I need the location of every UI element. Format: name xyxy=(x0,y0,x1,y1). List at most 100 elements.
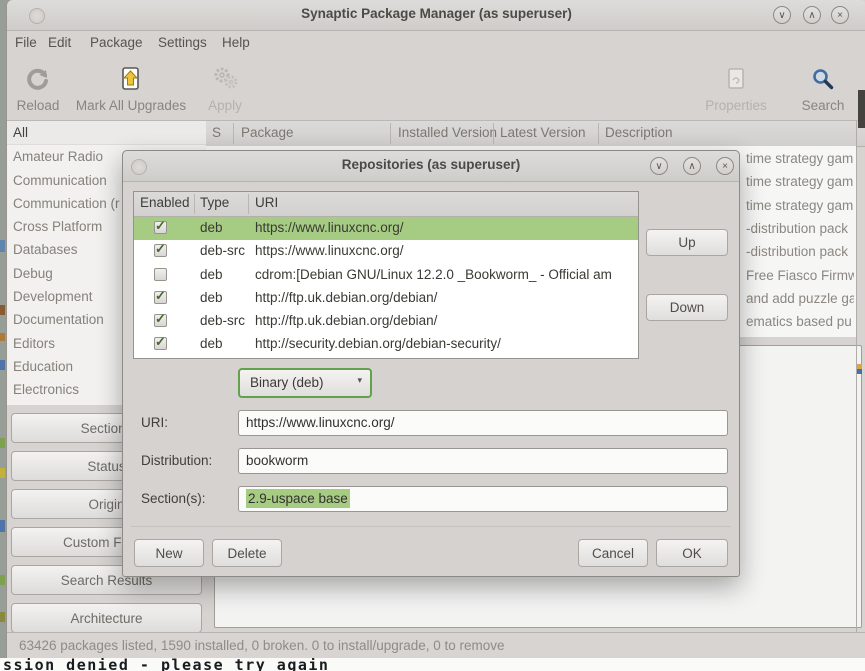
down-button[interactable]: Down xyxy=(646,294,728,321)
apply-button[interactable]: Apply xyxy=(197,63,253,113)
repository-row[interactable]: ✓ deb-src http://ftp.uk.debian.org/debia… xyxy=(134,310,638,333)
menu-help[interactable]: Help xyxy=(222,35,250,50)
repo-uri: https://www.linuxcnc.org/ xyxy=(255,220,636,235)
selected-type: Binary (deb) xyxy=(250,375,324,390)
repository-row[interactable]: ✓ deb http://ftp.uk.debian.org/debian/ xyxy=(134,287,638,310)
architecture-filter-button[interactable]: Architecture xyxy=(11,603,202,633)
minimize-icon: ∨ xyxy=(655,161,662,172)
package-description-fragment: ematics based pu xyxy=(746,310,854,333)
sidebar-item-all[interactable]: All xyxy=(7,121,206,145)
reload-button[interactable]: Reload xyxy=(9,63,67,113)
ok-button[interactable]: OK xyxy=(656,539,728,567)
column-header-latest-version[interactable]: Latest Version xyxy=(500,125,586,140)
menu-package[interactable]: Package xyxy=(90,35,143,50)
repository-row[interactable]: deb cdrom:[Debian GNU/Linux 12.2.0 _Book… xyxy=(134,264,638,287)
search-label: Search xyxy=(793,98,853,113)
mark-all-upgrades-icon xyxy=(67,63,195,95)
repo-type: deb-src xyxy=(200,313,245,328)
repo-uri: cdrom:[Debian GNU/Linux 12.2.0 _Bookworm… xyxy=(255,267,636,282)
panel-right-border xyxy=(856,121,857,632)
package-description-fragment: time strategy gam xyxy=(746,147,854,170)
column-divider[interactable] xyxy=(248,194,249,214)
minimize-icon: ∨ xyxy=(778,10,785,21)
check-icon: ✓ xyxy=(155,241,166,257)
enabled-checkbox[interactable]: ✓ xyxy=(154,244,167,257)
column-divider[interactable] xyxy=(194,194,195,214)
dialog-title: Repositories (as superuser) xyxy=(123,157,739,172)
main-titlebar[interactable]: Synaptic Package Manager (as superuser) … xyxy=(7,0,865,31)
cancel-button[interactable]: Cancel xyxy=(578,539,648,567)
repo-uri: https://www.linuxcnc.org/ xyxy=(255,243,636,258)
maximize-icon: ∧ xyxy=(688,161,695,172)
up-button[interactable]: Up xyxy=(646,229,728,256)
repo-type: deb xyxy=(200,336,223,351)
dialog-minimize-button[interactable]: ∨ xyxy=(650,157,668,175)
search-icon xyxy=(793,63,853,95)
properties-button[interactable]: Properties xyxy=(697,63,775,113)
uri-field[interactable]: https://www.linuxcnc.org/ xyxy=(238,410,728,436)
distribution-field[interactable]: bookworm xyxy=(238,448,728,474)
maximize-icon: ∧ xyxy=(808,10,815,21)
properties-icon xyxy=(697,63,775,95)
package-description-fragment: time strategy gam xyxy=(746,170,854,193)
minimize-button[interactable]: ∨ xyxy=(773,6,791,24)
column-header-enabled[interactable]: Enabled xyxy=(140,195,190,210)
uri-label: URI: xyxy=(141,415,168,430)
close-button[interactable]: × xyxy=(831,6,849,24)
menu-file[interactable]: File xyxy=(15,35,37,50)
repository-row-partial[interactable] xyxy=(134,357,638,359)
repository-type-select[interactable]: Binary (deb) ▾ xyxy=(238,368,372,398)
search-button[interactable]: Search xyxy=(793,63,853,113)
repository-list[interactable]: Enabled Type URI ✓ deb https://www.linux… xyxy=(133,191,639,359)
column-header-uri[interactable]: URI xyxy=(255,195,278,210)
check-icon: ✓ xyxy=(155,288,166,304)
sections-field[interactable]: 2.9-uspace base xyxy=(238,486,728,512)
close-icon: × xyxy=(837,10,843,21)
column-header-status[interactable]: S xyxy=(212,125,221,140)
mark-all-upgrades-button[interactable]: Mark All Upgrades xyxy=(67,63,195,113)
enabled-checkbox[interactable]: ✓ xyxy=(154,221,167,234)
enabled-checkbox[interactable]: ✓ xyxy=(154,337,167,350)
menu-settings[interactable]: Settings xyxy=(158,35,207,50)
check-icon: ✓ xyxy=(155,311,166,327)
dialog-close-button[interactable]: × xyxy=(716,157,734,175)
status-bar: 63426 packages listed, 1590 installed, 0… xyxy=(7,632,865,658)
repository-row[interactable]: ✓ deb https://www.linuxcnc.org/ xyxy=(134,217,638,240)
repo-type: deb xyxy=(200,220,223,235)
dialog-separator xyxy=(131,526,731,527)
menu-edit[interactable]: Edit xyxy=(48,35,71,50)
delete-button[interactable]: Delete xyxy=(212,539,282,567)
mark-all-upgrades-label: Mark All Upgrades xyxy=(67,98,195,113)
distribution-value: bookworm xyxy=(246,453,308,468)
repository-row[interactable]: ✓ deb http://security.debian.org/debian-… xyxy=(134,333,638,356)
column-header-description[interactable]: Description xyxy=(605,125,673,140)
repo-uri: http://security.debian.org/debian-securi… xyxy=(255,336,636,351)
repository-row[interactable]: ✓ deb-src https://www.linuxcnc.org/ xyxy=(134,240,638,263)
repo-type: deb xyxy=(200,267,223,282)
column-header-installed-version[interactable]: Installed Version xyxy=(398,125,497,140)
column-divider[interactable] xyxy=(493,123,494,144)
repo-uri: http://ftp.uk.debian.org/debian/ xyxy=(255,313,636,328)
enabled-checkbox[interactable]: ✓ xyxy=(154,291,167,304)
dialog-titlebar[interactable]: Repositories (as superuser) ∨ ∧ × xyxy=(123,151,739,182)
column-header-type[interactable]: Type xyxy=(200,195,229,210)
maximize-button[interactable]: ∧ xyxy=(803,6,821,24)
column-divider[interactable] xyxy=(390,123,391,144)
new-button[interactable]: New xyxy=(134,539,204,567)
column-header-package[interactable]: Package xyxy=(241,125,294,140)
toolbar: Reload Mark All Upgrades Apply Propertie… xyxy=(7,57,865,121)
column-divider[interactable] xyxy=(233,123,234,144)
desktop-edge-fragment xyxy=(0,575,5,585)
menu-bar: File Edit Package Settings Help xyxy=(7,30,865,57)
repo-type: deb-src xyxy=(200,243,245,258)
properties-label: Properties xyxy=(697,98,775,113)
package-description-fragment: -distribution pack xyxy=(746,217,854,240)
dialog-maximize-button[interactable]: ∧ xyxy=(683,157,701,175)
reload-icon xyxy=(9,63,67,95)
enabled-checkbox[interactable] xyxy=(154,268,167,281)
chevron-down-icon: ▾ xyxy=(357,375,362,386)
column-divider[interactable] xyxy=(598,123,599,144)
sections-value: 2.9-uspace base xyxy=(246,489,350,508)
screen: Synaptic Package Manager (as superuser) … xyxy=(0,0,865,671)
enabled-checkbox[interactable]: ✓ xyxy=(154,314,167,327)
